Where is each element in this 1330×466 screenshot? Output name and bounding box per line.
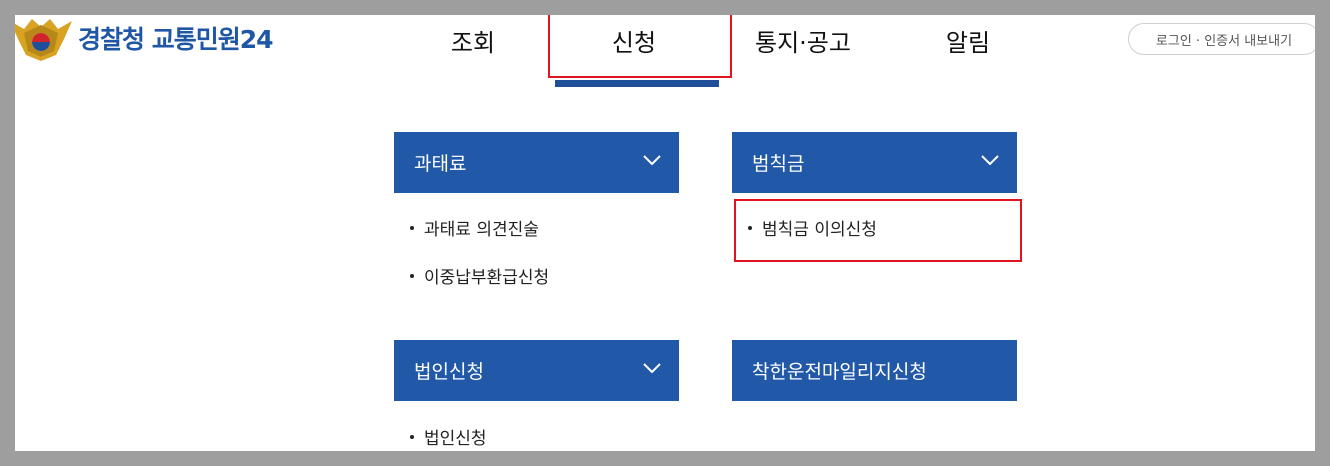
panel-title: 착한운전마일리지신청 <box>752 361 927 383</box>
menu-item-corporate[interactable]: 법인신청 <box>408 424 487 449</box>
bullet <box>410 225 414 230</box>
panel-header-fine[interactable]: 과태료 <box>394 132 679 193</box>
highlight-box-penalty <box>734 199 1022 262</box>
login-label: 로그인 · 인증서 내보내기 <box>1155 33 1293 49</box>
panel-header-penalty[interactable]: 범칙금 <box>732 132 1017 193</box>
menu-item-label: 이중납부환급신청 <box>424 268 550 288</box>
menu-item-label: 과태료 의견진술 <box>424 220 539 240</box>
site-logo[interactable]: 경찰청 교통민원24 <box>15 15 273 61</box>
panel-header-corporate[interactable]: 법인신청 <box>394 340 679 401</box>
panel-header-good-driving-mileage[interactable]: 착한운전마일리지신청 <box>732 340 1017 401</box>
chevron-down-icon <box>643 363 661 374</box>
nav-item-label: 통지·공고 <box>755 29 851 57</box>
login-button[interactable]: 로그인 · 인증서 내보내기 <box>1128 23 1315 55</box>
nav-item-label: 알림 <box>945 29 991 57</box>
bullet <box>410 273 414 278</box>
panel-title: 법인신청 <box>414 361 484 383</box>
nav-item-inquiry[interactable]: 조회 <box>445 23 501 58</box>
menu-item-double-payment-refund[interactable]: 이중납부환급신청 <box>408 263 549 288</box>
active-nav-indicator <box>555 80 719 87</box>
site-title: 경찰청 교통민원24 <box>78 25 273 54</box>
nav-item-notice[interactable]: 통지·공고 <box>748 23 858 58</box>
panel-title: 범칙금 <box>752 153 805 175</box>
nav-item-news[interactable]: 알림 <box>940 23 996 58</box>
nav-item-label: 조회 <box>450 29 496 57</box>
menu-item-fine-opinion[interactable]: 과태료 의견진술 <box>408 215 539 240</box>
page: 경찰청 교통민원24 조회 신청 통지·공고 알림 로그인 · 인증서 내보내기… <box>15 15 1315 451</box>
menu-item-label: 법인신청 <box>424 429 487 449</box>
highlight-box-nav <box>548 15 732 78</box>
panel-title: 과태료 <box>414 153 467 175</box>
chevron-down-icon <box>981 155 999 166</box>
bullet <box>410 434 414 439</box>
chevron-down-icon <box>643 155 661 166</box>
police-emblem-icon <box>15 19 72 61</box>
